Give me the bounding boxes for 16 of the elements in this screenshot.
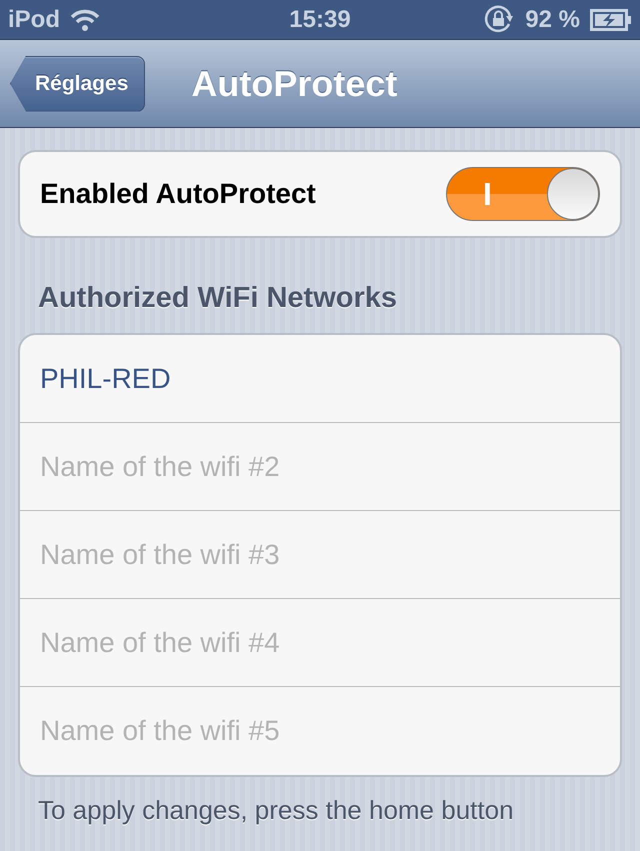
- input-field[interactable]: PHIL-RED: [20, 335, 620, 423]
- input-field[interactable]: Name of the wifi #5: [20, 687, 620, 775]
- toggle-label: Enabled AutoProtect: [40, 178, 316, 210]
- input-field[interactable]: Name of the wifi #2: [20, 423, 620, 511]
- clock-time: 15:39: [289, 6, 351, 34]
- footer-note: To apply changes, press the home button: [37, 794, 515, 826]
- wifi-icon: [70, 8, 100, 30]
- section-header: Authorized WiFi Networks: [37, 281, 398, 316]
- battery-percent: 92 %: [525, 6, 580, 34]
- battery-charging-icon: [590, 8, 632, 30]
- input-field[interactable]: Name of the wifi #4: [20, 599, 620, 687]
- back-button[interactable]: Réglages: [10, 56, 146, 112]
- carrier-label: iPod: [8, 6, 60, 34]
- input-field[interactable]: Name of the wifi #3: [20, 511, 620, 599]
- toggle-switch[interactable]: I: [446, 167, 600, 221]
- screen-title: AutoProtect: [191, 62, 398, 104]
